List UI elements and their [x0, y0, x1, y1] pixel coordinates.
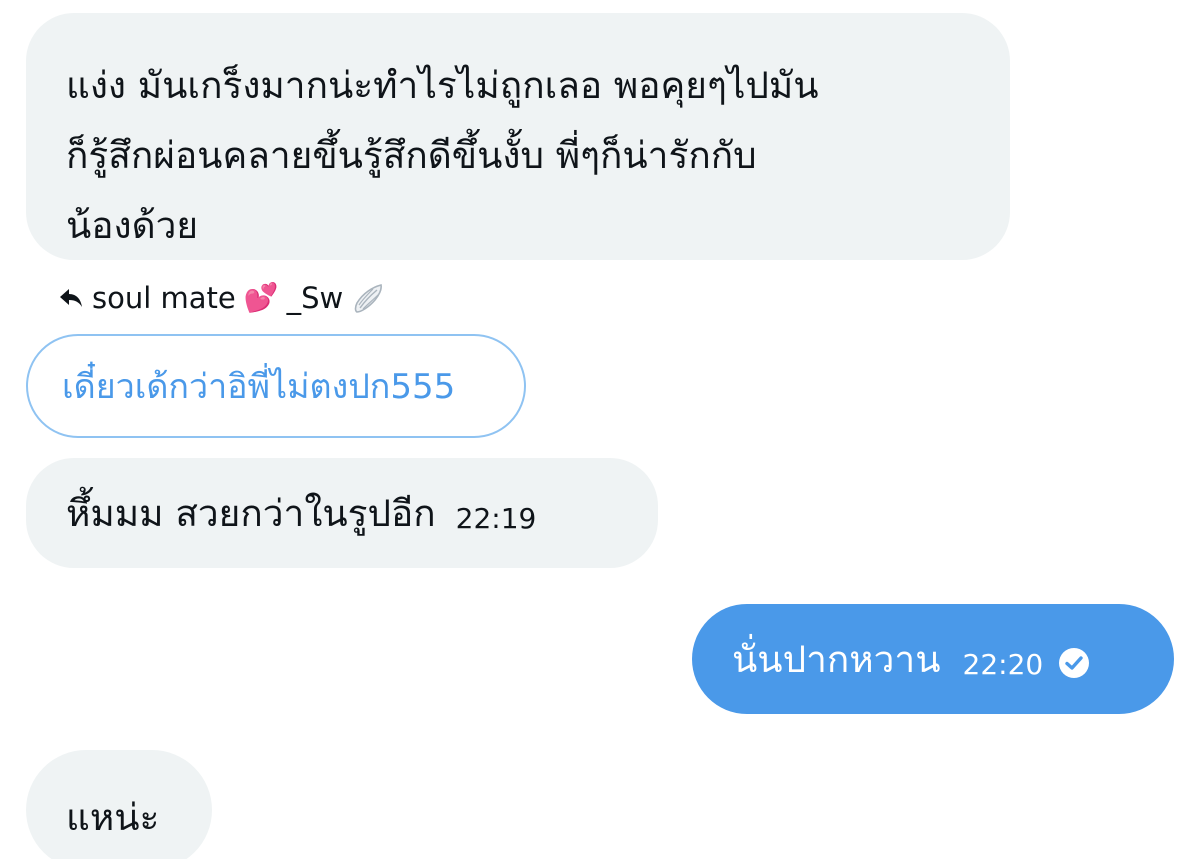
message-time: 22:19	[455, 501, 537, 535]
message-text: หึ้มมม สวยกว่าในรูปอีก	[66, 491, 436, 535]
check-circle-icon	[1059, 648, 1090, 678]
message-time: 22:20	[962, 647, 1044, 681]
reply-author-suffix: _Sw	[286, 281, 344, 315]
message-line: แง่ง มันเกร็งมากน่ะทำไรไม่ถูกเลอ พอคุยๆไ…	[66, 64, 819, 107]
message-line: น้องด้วย	[66, 204, 199, 247]
message-bubble-incoming[interactable]: แง่ง มันเกร็งมากน่ะทำไรไม่ถูกเลอ พอคุยๆไ…	[26, 13, 1010, 260]
message-bubble-incoming[interactable]: แหน่ะ	[26, 750, 212, 859]
message-text: แหน่ะ	[66, 796, 160, 839]
reply-arrow-icon	[60, 289, 82, 307]
conversation: แง่ง มันเกร็งมากน่ะทำไรไม่ถูกเลอ พอคุยๆไ…	[0, 0, 1200, 859]
message-bubble-outgoing[interactable]: นั่นปากหวาน 22:20	[692, 604, 1174, 714]
two-hearts-icon: 💕	[243, 281, 279, 314]
message-bubble-incoming[interactable]: หึ้มมม สวยกว่าในรูปอีก 22:19	[26, 458, 658, 568]
reply-reference[interactable]: soul mate 💕 _Sw	[58, 278, 385, 318]
wing-icon	[354, 284, 383, 313]
message-text: นั่นปากหวาน	[732, 637, 941, 681]
message-line: ก็รู้สึกผ่อนคลายขึ้นรู้สึกดีขึ้นงั้บ พี่…	[66, 134, 757, 177]
reply-author: soul mate	[92, 281, 236, 315]
quoted-text: เดี๋ยวเด้กว่าอิพี่ไม่ตงปก555	[62, 367, 456, 407]
quoted-message[interactable]: เดี๋ยวเด้กว่าอิพี่ไม่ตงปก555	[26, 334, 526, 438]
